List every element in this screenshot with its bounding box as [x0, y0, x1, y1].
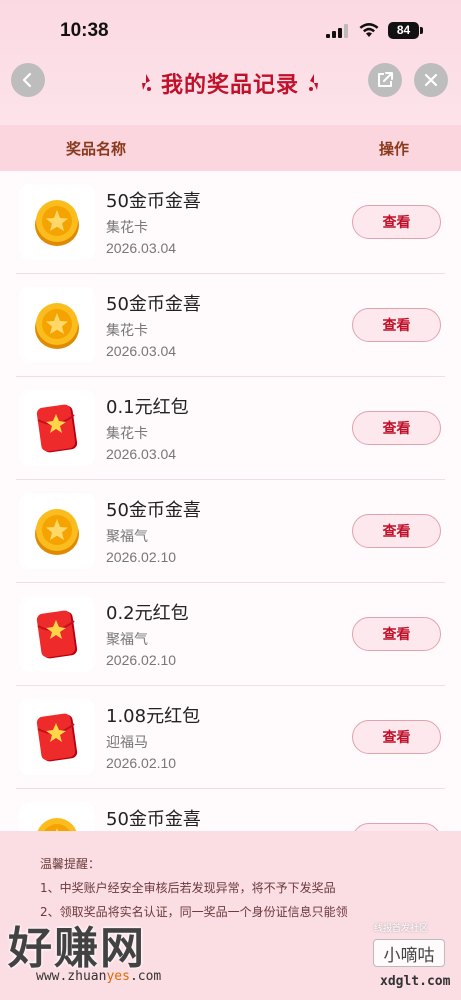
gold-coin-icon: [35, 303, 79, 349]
prize-row: 50金币金喜 聚福气 2026.02.10 查看: [0, 480, 461, 583]
view-button[interactable]: 查看: [352, 514, 441, 548]
prize-row: 0.2元红包 聚福气 2026.02.10 查看: [0, 583, 461, 686]
prize-source: 聚福气: [106, 529, 148, 545]
prize-date: 2026.02.10: [106, 652, 177, 668]
share-icon: [378, 72, 393, 87]
prize-thumbnail: [19, 390, 95, 466]
prize-source: 集花卡: [106, 220, 148, 236]
view-button[interactable]: 查看: [352, 720, 441, 754]
chevron-left-icon: [22, 72, 32, 88]
prize-thumbnail: [19, 596, 95, 672]
view-button[interactable]: 查看: [352, 617, 441, 651]
status-time: 10:38: [60, 20, 109, 41]
battery-tip: [420, 27, 423, 34]
back-button[interactable]: [11, 63, 45, 97]
tips-heading: 温馨提醒：: [40, 857, 101, 871]
page-title: 我的奖品记录: [160, 73, 299, 98]
view-button[interactable]: 查看: [352, 823, 441, 831]
watermark-right: 线报首发社区 小嘀咕 xdglt.com: [368, 918, 458, 1000]
prize-date: 2026.03.04: [106, 446, 177, 462]
battery-indicator: 84: [388, 22, 419, 39]
leaf-decoration-right-icon: [309, 74, 318, 91]
red-envelope-icon: [36, 404, 78, 453]
prize-name: 0.2元红包: [106, 603, 189, 624]
prize-date: 2026.03.04: [106, 343, 177, 359]
wifi-icon: [359, 23, 379, 37]
view-button[interactable]: 查看: [352, 205, 441, 239]
view-button[interactable]: 查看: [352, 411, 441, 445]
prize-name: 50金币金喜: [106, 294, 201, 315]
page-title-wrap: 我的奖品记录: [120, 66, 340, 100]
prize-row: 1.08元红包 迎福马 2026.02.10 查看: [0, 686, 461, 789]
prize-row: 0.1元红包 集花卡 2026.03.04 查看: [0, 377, 461, 480]
red-envelope-icon: [36, 713, 78, 762]
leaf-decoration-left-icon: [141, 74, 151, 91]
prize-list: 50金币金喜 集花卡 2026.03.04 查看 50金币金喜 集花卡 2026…: [0, 171, 461, 831]
prize-thumbnail: [19, 699, 95, 775]
view-button[interactable]: 查看: [352, 308, 441, 342]
prize-thumbnail: [19, 493, 95, 569]
close-button[interactable]: [414, 63, 448, 97]
prize-thumbnail: [19, 802, 95, 831]
tips-line-1: 1、中奖账户经安全审核后若发现异常，将不予下发奖品: [40, 881, 336, 895]
prize-date: 2026.02.10: [106, 549, 177, 565]
cellular-signal-icon: [326, 24, 348, 38]
prize-source: 聚福气: [106, 632, 148, 648]
prize-row: 50金币金喜 查看: [0, 789, 461, 831]
watermark-left: 好赚网 www.zhuanyes.com: [0, 912, 200, 1000]
prize-row: 50金币金喜 集花卡 2026.03.04 查看: [0, 171, 461, 274]
watermark-url: www.zhuanyes.com: [36, 969, 162, 984]
column-header-action: 操作: [379, 140, 410, 158]
watermark-right-logo: 小嘀咕: [373, 939, 445, 967]
prize-name: 50金币金喜: [106, 809, 201, 830]
prize-row: 50金币金喜 集花卡 2026.03.04 查看: [0, 274, 461, 377]
prize-date: 2026.02.10: [106, 755, 177, 771]
status-bar: 10:38 84: [0, 0, 461, 60]
prize-source: 迎福马: [106, 735, 148, 751]
prize-date: 2026.03.04: [106, 240, 177, 256]
prize-name: 50金币金喜: [106, 191, 201, 212]
prize-source: 集花卡: [106, 323, 148, 339]
watermark-right-caption: 线报首发社区: [374, 924, 429, 934]
gold-coin-icon: [35, 200, 79, 246]
gold-coin-icon: [35, 509, 79, 555]
prize-name: 0.1元红包: [106, 397, 189, 418]
prize-thumbnail: [19, 287, 95, 363]
column-header-name: 奖品名称: [66, 140, 127, 158]
watermark-logo-text: 好赚网: [8, 923, 146, 974]
table-header: 奖品名称 操作: [0, 125, 461, 171]
prize-source: 集花卡: [106, 426, 148, 442]
gold-coin-icon: [37, 818, 77, 831]
prize-thumbnail: [19, 184, 95, 260]
share-button[interactable]: [368, 63, 402, 97]
close-icon: [424, 73, 438, 87]
prize-name: 50金币金喜: [106, 500, 201, 521]
watermark-right-url: xdglt.com: [380, 974, 451, 989]
prize-name: 1.08元红包: [106, 706, 201, 727]
red-envelope-icon: [36, 610, 78, 659]
